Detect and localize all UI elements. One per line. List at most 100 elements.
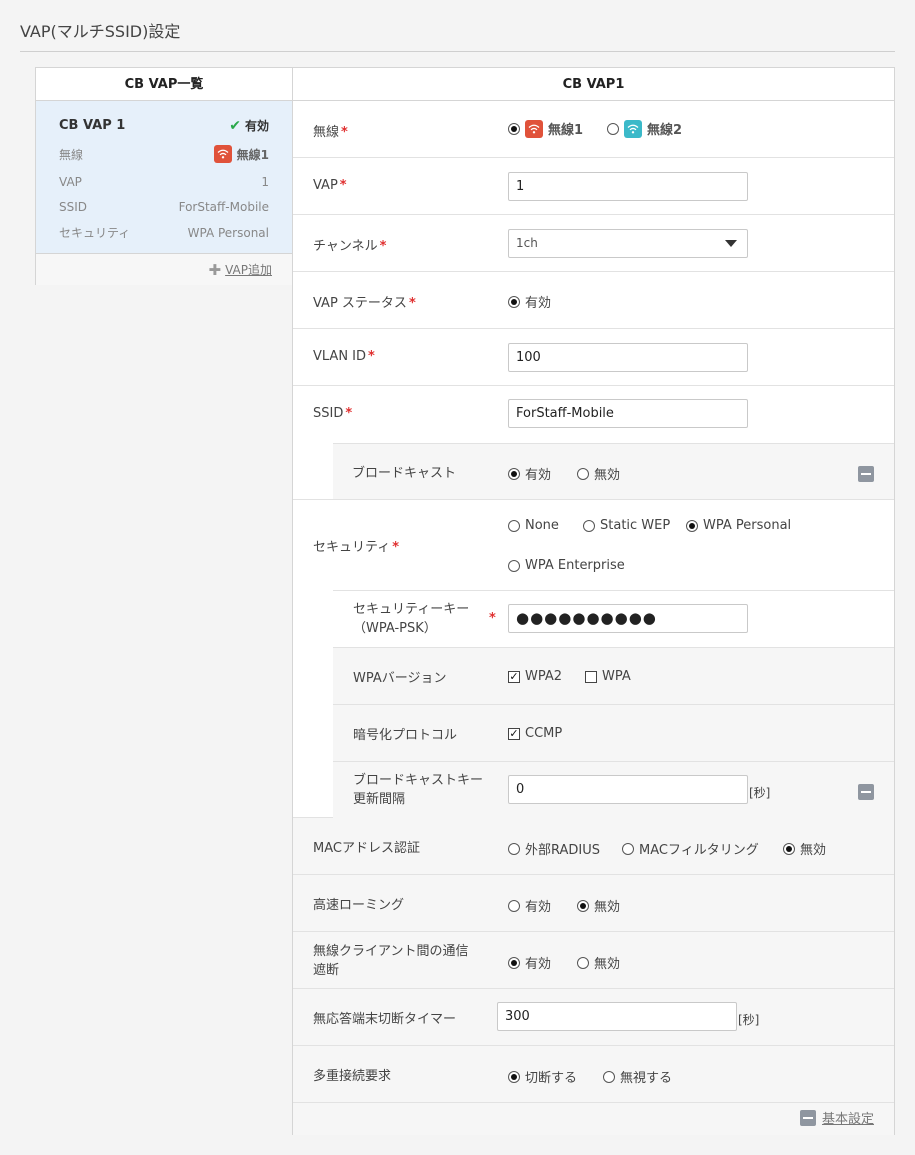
wpa-option[interactable]: WPA [585,669,631,684]
fast-roam-label: 高速ローミング [313,898,405,913]
radio-button[interactable] [508,559,520,572]
vap-input[interactable]: 1 [508,172,748,201]
checkbox[interactable] [585,670,597,683]
broadcast-key-input[interactable]: 0 [508,775,748,804]
multi-conn-disconnect[interactable]: 切断する [508,1067,577,1086]
broadcast-disabled[interactable]: 無効 [577,464,620,483]
option-label: WPA2 [525,669,563,684]
ssid-field-label: SSID * [313,406,353,421]
radio-button[interactable] [508,899,520,912]
channel-select[interactable]: 1ch [508,229,748,258]
security-none[interactable]: None [508,518,559,533]
mac-auth-radius[interactable]: 外部RADIUS [508,839,600,858]
radio-option-2[interactable]: 無線2 [607,119,682,138]
ssid-label: SSID [59,200,88,214]
unit-seconds: [秒] [749,786,771,800]
option-label: Static WEP [600,518,671,533]
add-vap-link[interactable]: VAP追加 [225,261,272,278]
fast-roam-disabled[interactable]: 無効 [577,896,620,915]
option-label: 無効 [800,843,827,858]
idle-timer-label: 無応答端末切断タイマー [313,1012,457,1027]
broadcast-key-label: ブロードキャストキー 更新間隔 [353,773,484,807]
radio-button[interactable] [783,842,795,855]
broadcast-enabled[interactable]: 有効 [508,464,551,483]
option-label: 無効 [594,900,621,915]
wifi-icon [624,119,642,138]
basic-settings-toggle[interactable]: 基本設定 [799,1108,874,1127]
option-label: None [525,518,559,533]
basic-settings-link[interactable]: 基本設定 [822,1108,874,1127]
radio-button[interactable] [686,519,698,532]
radio-button[interactable] [577,467,589,480]
mac-auth-label: MACアドレス認証 [313,841,420,856]
option-label: CCMP [525,726,563,741]
vap-status-field-label: VAP ステータス * [313,296,416,311]
radio-button[interactable] [577,899,589,912]
option-label: MACフィルタリング [639,843,759,858]
radio-button[interactable] [508,842,520,855]
checkbox-checked[interactable]: ✓ [508,670,520,683]
radio-button[interactable] [603,1070,615,1083]
vlan-input[interactable]: 100 [508,343,748,372]
multi-conn-row: 多重接続要求 切断する 無視する [293,1046,894,1103]
security-wpa-personal[interactable]: WPA Personal [686,518,791,533]
panel-footer: 基本設定 [293,1103,894,1135]
required-mark: * [489,611,496,626]
ccmp-option[interactable]: ✓ CCMP [508,726,562,741]
radio-button[interactable] [508,519,520,532]
radio-button[interactable] [508,295,520,308]
fast-roam-enabled[interactable]: 有効 [508,896,551,915]
channel-row: チャンネル * 1ch [293,215,894,272]
multi-conn-ignore[interactable]: 無視する [603,1067,672,1086]
idle-timer-input[interactable]: 300 [497,1002,737,1031]
vap-label: VAP [59,175,82,189]
radio-button[interactable] [508,1070,520,1083]
option-label: WPA Enterprise [525,558,625,573]
vap-settings-panel: CB VAP1 無線 * 無線1 無線2 VAP * 1 チャンネル * 1ch VA… [292,67,895,1135]
vap-value: 1 [261,175,269,189]
radio-button[interactable] [583,519,595,532]
vap-list-panel: CB VAP一覧 CB VAP 1 ✔ 有効 無線 無線1 VAP 1 SSID… [35,67,293,285]
collapse-icon[interactable] [858,784,874,800]
option-label: 外部RADIUS [525,843,601,858]
radio-button[interactable] [622,842,634,855]
option-label: WPA [602,669,631,684]
status-badge: ✔ 有効 [229,117,269,134]
vap-settings-header: CB VAP1 [293,68,894,101]
radio-button[interactable] [508,467,520,480]
vap-status-row: VAP ステータス * 有効 [293,272,894,329]
radio-button[interactable] [607,122,619,135]
vap-list-item[interactable]: CB VAP 1 ✔ 有効 無線 無線1 VAP 1 SSID ForStaff… [36,101,292,253]
radio-button[interactable] [577,956,589,969]
ssid-value: ForStaff-Mobile [178,200,269,214]
radio-label: 無線 [59,147,84,162]
radio-button[interactable] [508,122,520,135]
vlan-field-label: VLAN ID * [313,349,375,364]
page-title: VAP(マルチSSID)設定 [20,22,181,41]
client-block-enabled[interactable]: 有効 [508,953,551,972]
security-static-wep[interactable]: Static WEP [583,518,670,533]
mac-auth-disabled[interactable]: 無効 [783,839,826,858]
check-icon: ✔ [229,117,241,134]
client-block-disabled[interactable]: 無効 [577,953,620,972]
wpa2-option[interactable]: ✓ WPA2 [508,669,562,684]
radio-button[interactable] [508,956,520,969]
ssid-input[interactable]: ForStaff-Mobile [508,399,748,428]
vap-list-header: CB VAP一覧 [36,68,292,101]
mac-auth-filter[interactable]: MACフィルタリング [622,839,759,858]
security-wpa-enterprise[interactable]: WPA Enterprise [508,558,625,573]
vap-field-label: VAP * [313,178,347,193]
vap-item-name: CB VAP 1 [59,118,126,133]
fast-roam-row: 高速ローミング 有効 無効 [293,875,894,932]
security-key-input[interactable]: ●●●●●●●●●● [508,604,748,633]
collapse-icon[interactable] [858,466,874,482]
checkbox-checked[interactable]: ✓ [508,727,520,740]
radio-option-1[interactable]: 無線1 [508,119,583,138]
vap-status-enabled[interactable]: 有効 [508,292,551,311]
security-key-subrow: セキュリティーキー （WPA-PSK） * ●●●●●●●●●● [333,590,894,647]
cipher-subrow: 暗号化プロトコル ✓ CCMP [333,704,894,761]
mac-auth-row: MACアドレス認証 外部RADIUS MACフィルタリング 無効 [293,818,894,875]
wifi-icon [213,145,232,163]
add-vap-row: ✚ VAP追加 [36,253,292,285]
multi-conn-label: 多重接続要求 [313,1069,392,1084]
